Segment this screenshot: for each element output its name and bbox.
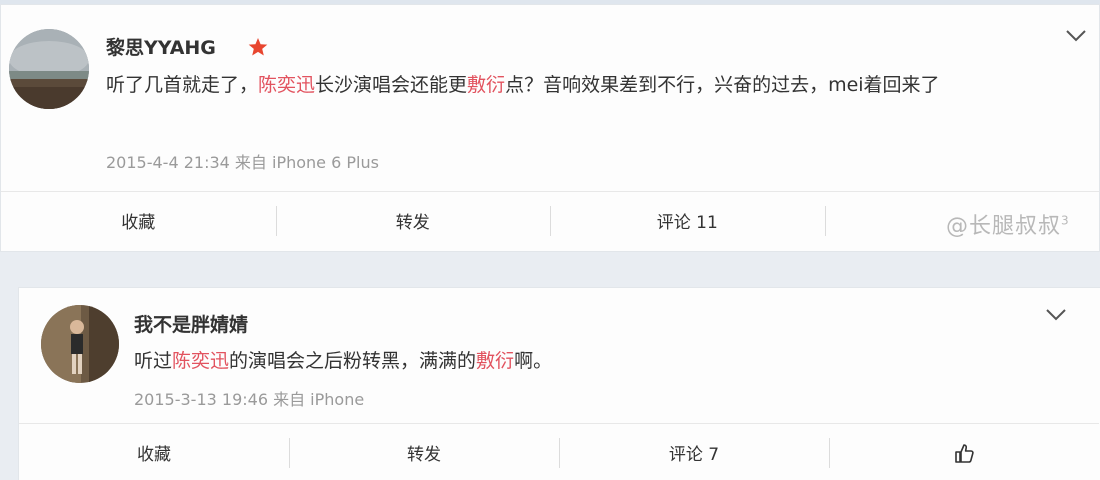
favorite-button[interactable]: 收藏 <box>1 192 276 249</box>
comment-button[interactable]: 评论 11 <box>550 192 825 249</box>
avatar[interactable] <box>9 29 89 109</box>
repost-label: 转发 <box>407 445 441 465</box>
post-text: 的演唱会之后粉转黑，满满的 <box>229 350 477 372</box>
weibo-post: 我不是胖婧婧 听过陈奕迅的演唱会之后粉转黑，满满的敷衍啊。 2015-3-13 … <box>18 287 1100 480</box>
like-button[interactable] <box>829 424 1099 480</box>
action-bar: 收藏 转发 评论 11 <box>1 191 1099 249</box>
post-text: 长沙演唱会还能更 <box>315 74 468 96</box>
post-content: 听过陈奕迅的演唱会之后粉转黑，满满的敷衍啊。 <box>134 343 1034 379</box>
post-content: 听了几首就走了，陈奕迅长沙演唱会还能更敷衍点？音响效果差到不行，兴奋的过去，me… <box>106 67 1066 103</box>
comment-label: 评论 11 <box>656 213 718 233</box>
chevron-down-icon[interactable] <box>1065 29 1087 43</box>
highlighted-keyword: 敷衍 <box>467 74 506 96</box>
avatar[interactable] <box>41 305 119 383</box>
favorite-label: 收藏 <box>137 445 171 465</box>
watermark: @长腿叔叔3 <box>946 208 1070 240</box>
highlighted-keyword: 陈奕迅 <box>172 350 230 372</box>
post-timestamp-source[interactable]: 2015-3-13 19:46 来自 iPhone <box>134 386 364 410</box>
red-star-icon <box>248 38 268 56</box>
repost-button[interactable]: 转发 <box>289 424 559 480</box>
post-text: 啊。 <box>514 350 553 372</box>
comment-button[interactable]: 评论 7 <box>559 424 829 480</box>
highlighted-keyword: 敷衍 <box>476 350 515 372</box>
repost-button[interactable]: 转发 <box>275 192 551 249</box>
favorite-label: 收藏 <box>121 213 156 233</box>
thumbs-up-icon <box>955 443 974 463</box>
username[interactable]: 黎思YYAHG <box>106 33 216 60</box>
avatar-person-image <box>41 305 119 383</box>
post-text: 听了几首就走了， <box>106 74 259 96</box>
post-text: 听过 <box>134 350 173 372</box>
post-timestamp-source[interactable]: 2015-4-4 21:34 来自 iPhone 6 Plus <box>106 149 379 173</box>
repost-label: 转发 <box>395 213 430 233</box>
action-bar: 收藏 转发 评论 7 <box>19 423 1099 480</box>
watermark-superscript: 3 <box>1061 213 1070 228</box>
avatar-landscape-image <box>9 29 89 109</box>
comment-label: 评论 7 <box>668 445 720 465</box>
highlighted-keyword: 陈奕迅 <box>258 74 316 96</box>
username[interactable]: 我不是胖婧婧 <box>134 310 248 337</box>
favorite-button[interactable]: 收藏 <box>19 424 289 480</box>
weibo-post: 黎思YYAHG 听了几首就走了，陈奕迅长沙演唱会还能更敷衍点？音响效果差到不行，… <box>0 4 1100 252</box>
post-text: 点？音响效果差到不行，兴奋的过去，mei着回来了 <box>505 74 940 96</box>
watermark-text: @长腿叔叔 <box>946 214 1062 239</box>
chevron-down-icon[interactable] <box>1045 308 1067 322</box>
